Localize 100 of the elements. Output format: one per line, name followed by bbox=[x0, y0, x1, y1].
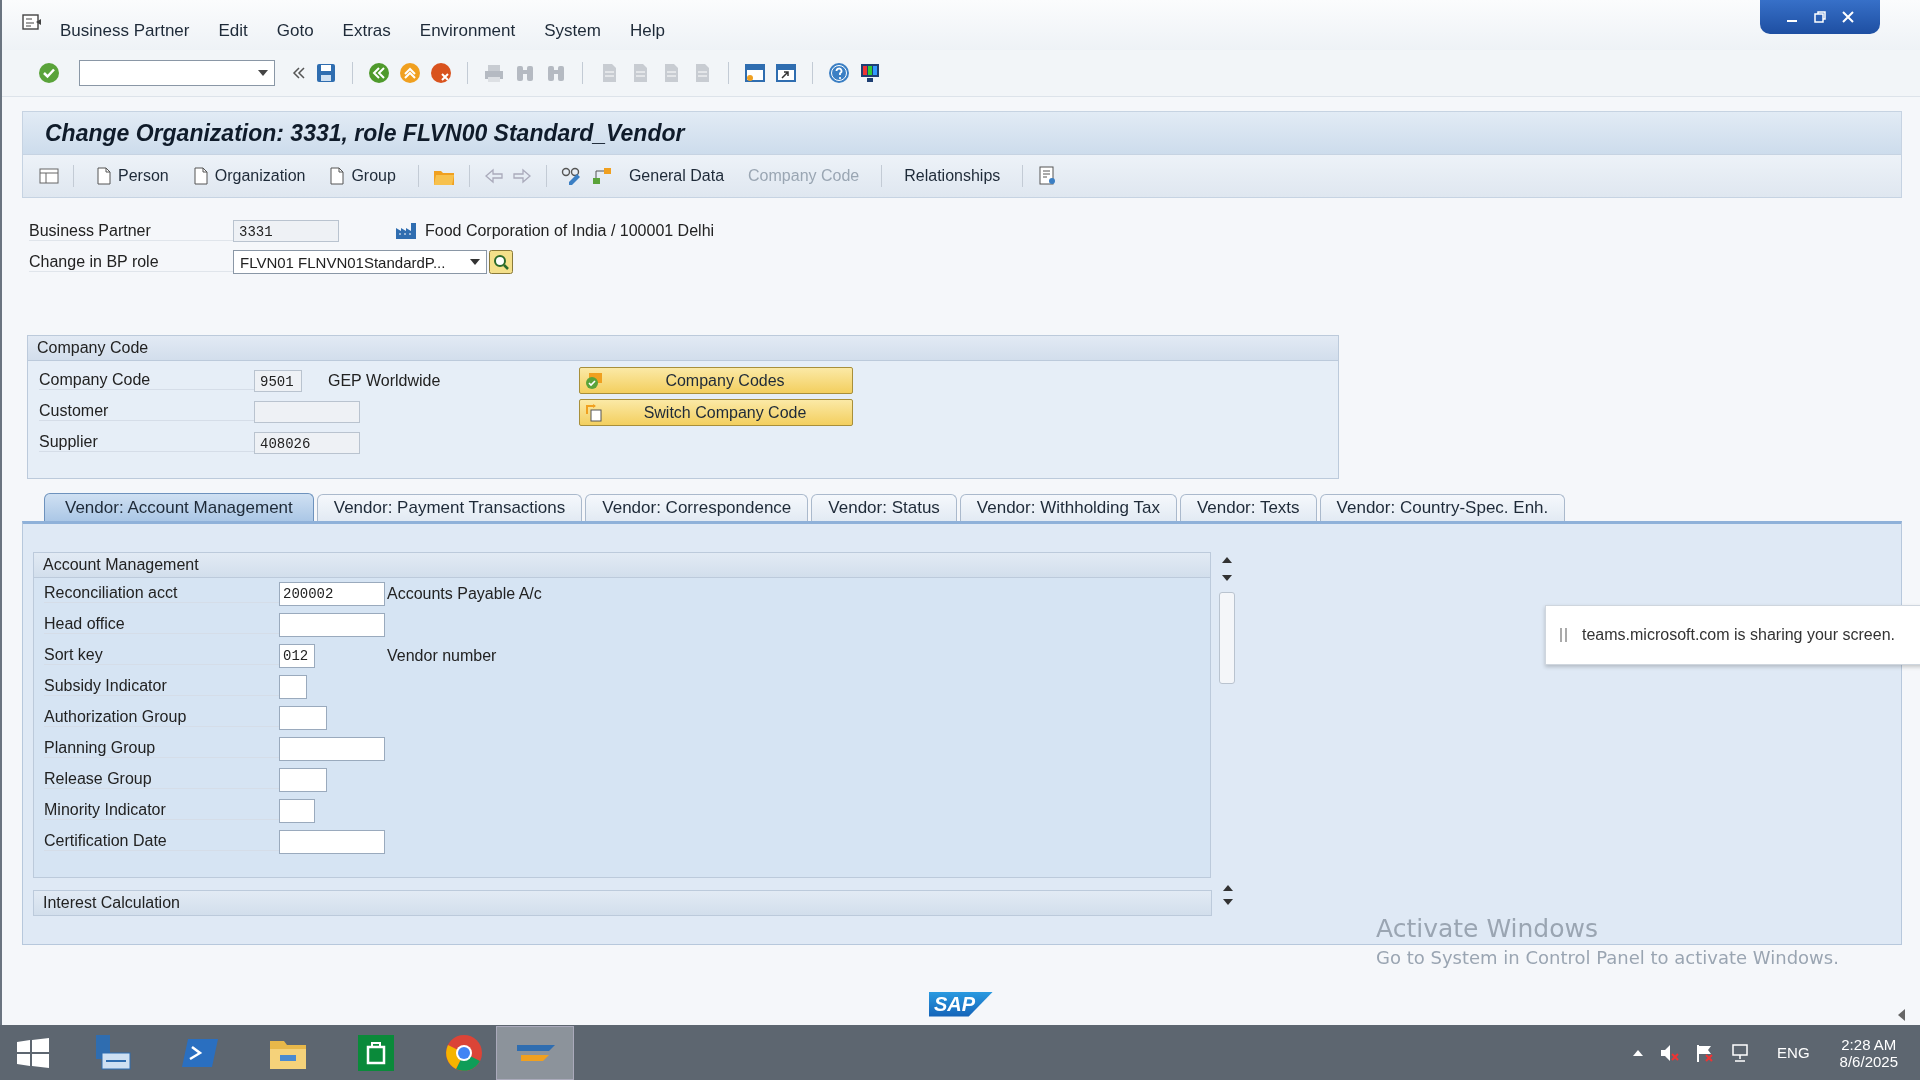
company-code-button[interactable]: Company Codes bbox=[579, 367, 853, 394]
section-title: Company Code bbox=[28, 336, 1338, 361]
shortcut-icon[interactable] bbox=[775, 62, 797, 84]
monitor-icon[interactable] bbox=[859, 62, 881, 84]
input-field[interactable] bbox=[279, 674, 307, 699]
toolbar-button[interactable]: Group bbox=[321, 164, 404, 188]
menu-item[interactable]: System bbox=[544, 21, 601, 41]
role-dropdown[interactable]: FLVN01 FLNVN01StandardP... bbox=[233, 250, 487, 274]
field-label: Customer bbox=[39, 402, 254, 421]
menu-item[interactable]: Goto bbox=[276, 21, 314, 41]
store-icon[interactable] bbox=[356, 1032, 396, 1073]
switch-icon bbox=[585, 403, 603, 422]
field-description: Accounts Payable A/c bbox=[387, 584, 542, 603]
tab[interactable]: Vendor: Country-Spec. Enh. bbox=[1319, 494, 1566, 521]
input-field[interactable] bbox=[279, 767, 327, 792]
input-field[interactable] bbox=[279, 705, 327, 730]
collapse-icon[interactable] bbox=[292, 66, 306, 80]
field-label: Sort key bbox=[44, 646, 279, 665]
scroll-up-icon[interactable] bbox=[1223, 884, 1233, 892]
read-only-field: 9501 bbox=[254, 369, 302, 392]
partner-name: Food Corporation of India / 100001 Delhi bbox=[425, 222, 715, 240]
cancel-icon[interactable] bbox=[430, 62, 452, 84]
windows-start-icon[interactable] bbox=[16, 1037, 50, 1068]
activation-title: Activate Windows bbox=[1376, 914, 1599, 943]
input-field[interactable] bbox=[279, 612, 385, 637]
show-hidden-icon[interactable] bbox=[1633, 1048, 1644, 1057]
tab[interactable]: Vendor: Texts bbox=[1179, 494, 1317, 521]
restore-icon[interactable] bbox=[1813, 10, 1827, 24]
section-title: Account Management bbox=[34, 553, 1210, 578]
close-icon[interactable] bbox=[1841, 10, 1855, 24]
scroll-down-icon[interactable] bbox=[1223, 898, 1233, 906]
search-icon[interactable] bbox=[489, 250, 513, 274]
field-label: Supplier bbox=[39, 433, 254, 452]
menu-item[interactable]: Edit bbox=[218, 21, 248, 41]
new-window-icon[interactable] bbox=[744, 62, 766, 84]
tab[interactable]: Vendor: Status bbox=[811, 494, 957, 521]
field-label: Change in BP role bbox=[29, 252, 233, 272]
document-icon bbox=[192, 167, 209, 185]
field-description: GEP Worldwide bbox=[328, 371, 441, 390]
document-icon bbox=[96, 167, 112, 185]
input-field[interactable]: 200002 bbox=[279, 581, 385, 606]
toolbar-button[interactable]: General Data bbox=[620, 164, 733, 188]
check-icon[interactable] bbox=[38, 62, 60, 84]
menu-item[interactable]: Extras bbox=[342, 21, 391, 41]
command-field[interactable] bbox=[79, 60, 275, 86]
company-code-button[interactable]: Switch Company Code bbox=[579, 399, 853, 426]
tab[interactable]: Vendor: Withholding Tax bbox=[959, 494, 1177, 521]
menu-item[interactable]: Environment bbox=[419, 21, 516, 41]
sap-logo: SAP bbox=[928, 991, 994, 1017]
dropdown-icon[interactable] bbox=[258, 70, 268, 76]
field-label: Planning Group bbox=[44, 739, 279, 758]
glasses-icon[interactable] bbox=[560, 166, 583, 186]
notification-text: teams.microsoft.com is sharing your screen. bbox=[1582, 626, 1895, 644]
input-field[interactable]: 012 bbox=[279, 643, 315, 668]
field-label: Business Partner bbox=[29, 221, 233, 241]
pause-icon[interactable] bbox=[1560, 628, 1568, 642]
section-title[interactable]: Interest Calculation bbox=[33, 890, 1212, 916]
field-description: Vendor number bbox=[387, 646, 497, 665]
screen-title: Change Organization: 3331, role FLVN00 Standard_Vendor bbox=[45, 119, 685, 147]
input-field[interactable] bbox=[279, 829, 385, 854]
active-app-tile[interactable] bbox=[496, 1025, 574, 1080]
menu-item[interactable]: Business Partner bbox=[60, 21, 190, 41]
tab[interactable]: Vendor: Correspondence bbox=[585, 494, 809, 521]
save-icon[interactable] bbox=[315, 62, 337, 84]
back-icon[interactable] bbox=[368, 62, 390, 84]
field-label: Reconciliation acct bbox=[44, 584, 279, 603]
toolbar-button[interactable]: Relationships bbox=[896, 164, 1009, 188]
field-label: Certification Date bbox=[44, 832, 279, 851]
hierarchy-icon[interactable] bbox=[590, 166, 613, 186]
browser-icon[interactable] bbox=[444, 1032, 484, 1073]
exit-icon[interactable] bbox=[399, 62, 421, 84]
tab[interactable]: Vendor: Payment Transactions bbox=[316, 494, 583, 521]
panel-icon[interactable] bbox=[39, 168, 59, 184]
menu-item[interactable]: Help bbox=[629, 21, 665, 41]
language-indicator[interactable]: ENG bbox=[1777, 1044, 1810, 1061]
input-field[interactable] bbox=[279, 736, 385, 761]
toolbar-button[interactable]: Organization bbox=[184, 164, 314, 188]
toolbar-button[interactable]: Person bbox=[88, 164, 177, 188]
scrollbar-thumb[interactable] bbox=[1219, 592, 1235, 684]
field-label: Company Code bbox=[39, 371, 254, 390]
help-icon[interactable] bbox=[828, 62, 850, 84]
read-only-field: 408026 bbox=[254, 431, 360, 454]
clock-time[interactable]: 2:28 AM bbox=[1841, 1035, 1897, 1053]
activation-text: Go to System in Control Panel to activate Windows. bbox=[1376, 947, 1839, 968]
factory-icon bbox=[395, 222, 417, 240]
overview-icon[interactable] bbox=[1037, 166, 1058, 186]
menu-icon[interactable] bbox=[22, 13, 42, 31]
field-label: Subsidy Indicator bbox=[44, 677, 279, 696]
field-label: Authorization Group bbox=[44, 708, 279, 727]
flag-icon[interactable] bbox=[1695, 1042, 1716, 1063]
field-label: Release Group bbox=[44, 770, 279, 789]
input-field[interactable] bbox=[279, 798, 315, 823]
scroll-down-icon[interactable] bbox=[1222, 574, 1232, 582]
check-icon bbox=[585, 371, 603, 390]
field-label: Head office bbox=[44, 615, 279, 634]
tab[interactable]: Vendor: Account Management bbox=[44, 493, 314, 521]
collapse-arrow-icon[interactable] bbox=[1898, 1009, 1906, 1021]
clock-date[interactable]: 8/6/2025 bbox=[1839, 1052, 1898, 1070]
dropdown-icon bbox=[470, 259, 480, 265]
scroll-up-icon[interactable] bbox=[1222, 556, 1232, 564]
